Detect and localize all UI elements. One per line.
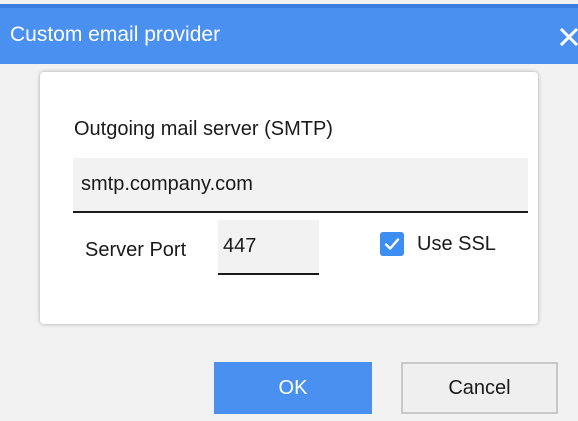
cancel-button[interactable]: Cancel xyxy=(401,362,558,414)
custom-email-provider-dialog: Custom email provider Outgoing mail serv… xyxy=(0,0,578,421)
smtp-label: Outgoing mail server (SMTP) xyxy=(74,118,333,140)
server-port-input[interactable] xyxy=(218,220,319,275)
use-ssl-label[interactable]: Use SSL xyxy=(417,231,496,257)
dialog-title: Custom email provider xyxy=(10,23,221,46)
ok-button[interactable]: OK xyxy=(214,362,372,414)
close-icon[interactable] xyxy=(559,24,578,48)
settings-card: Outgoing mail server (SMTP) Server Port … xyxy=(40,72,538,324)
checkmark-icon[interactable] xyxy=(380,232,404,256)
smtp-server-input[interactable] xyxy=(73,158,528,213)
dialog-titlebar: Custom email provider xyxy=(0,4,578,64)
server-port-label: Server Port xyxy=(85,239,187,261)
